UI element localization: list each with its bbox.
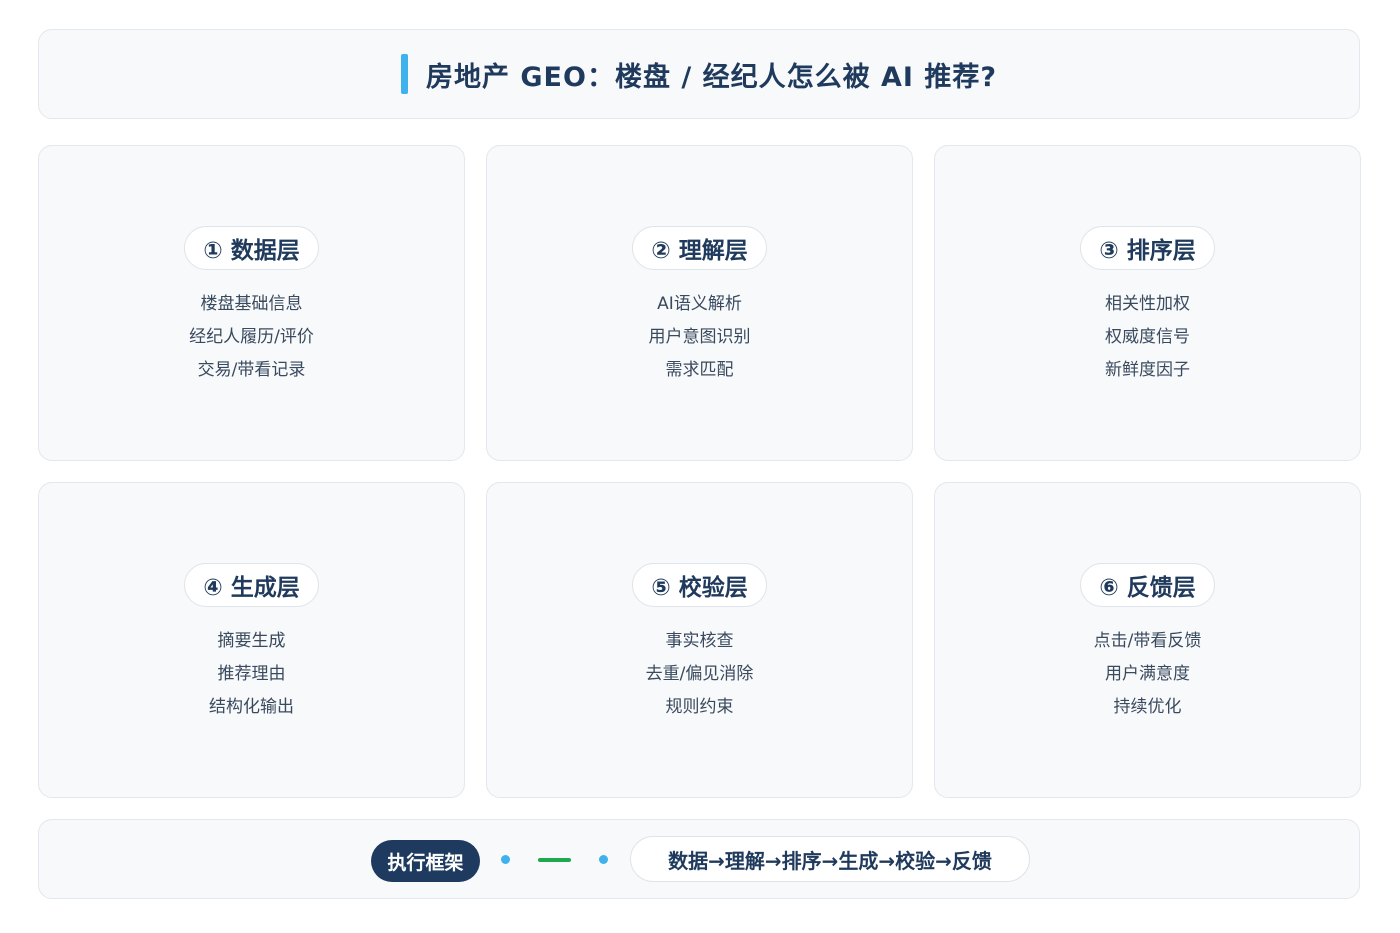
layer-item: 推荐理由 — [217, 664, 286, 684]
layer-item: 去重/偏见消除 — [645, 664, 754, 684]
layer-label: ② 理解层 — [632, 226, 767, 270]
layer-item: 交易/带看记录 — [197, 360, 306, 380]
layer-card-understanding: ② 理解层 AI语义解析 用户意图识别 需求匹配 — [486, 145, 913, 461]
layer-label: ③ 排序层 — [1080, 226, 1215, 270]
layer-item: 点击/带看反馈 — [1093, 631, 1202, 651]
layer-card-data: ① 数据层 楼盘基础信息 经纪人履历/评价 交易/带看记录 — [38, 145, 465, 461]
layer-card-feedback: ⑥ 反馈层 点击/带看反馈 用户满意度 持续优化 — [934, 482, 1361, 798]
layer-item: 权威度信号 — [1105, 327, 1190, 347]
layer-item: 用户意图识别 — [648, 327, 751, 347]
layer-item: 新鲜度因子 — [1105, 360, 1190, 380]
layer-item: 结构化输出 — [209, 697, 294, 717]
layer-label: ④ 生成层 — [184, 563, 319, 607]
layer-label: ① 数据层 — [184, 226, 319, 270]
exec-framework-badge: 执行框架 — [371, 840, 480, 882]
footer-card: 执行框架 数据→理解→排序→生成→校验→反馈 — [38, 819, 1360, 899]
layer-item: 规则约束 — [665, 697, 734, 717]
layer-card-ranking: ③ 排序层 相关性加权 权威度信号 新鲜度因子 — [934, 145, 1361, 461]
layer-item: 持续优化 — [1113, 697, 1182, 717]
flow-sequence: 数据→理解→排序→生成→校验→反馈 — [630, 836, 1030, 882]
layer-card-validation: ⑤ 校验层 事实核查 去重/偏见消除 规则约束 — [486, 482, 913, 798]
layer-card-generation: ④ 生成层 摘要生成 推荐理由 结构化输出 — [38, 482, 465, 798]
layer-item: 摘要生成 — [217, 631, 286, 651]
layer-item: 楼盘基础信息 — [200, 294, 303, 314]
connector-dot-right — [599, 855, 608, 864]
layer-label: ⑤ 校验层 — [632, 563, 767, 607]
title-card: 房地产 GEO：楼盘 / 经纪人怎么被 AI 推荐? — [38, 29, 1360, 119]
layer-item: 事实核查 — [665, 631, 734, 651]
connector-dot-left — [501, 855, 510, 864]
layer-label: ⑥ 反馈层 — [1080, 563, 1215, 607]
layer-item: AI语义解析 — [657, 294, 742, 314]
page-title: 房地产 GEO：楼盘 / 经纪人怎么被 AI 推荐? — [425, 61, 998, 93]
title-accent-bar — [400, 54, 408, 94]
layer-item: 用户满意度 — [1104, 664, 1190, 684]
layer-item: 经纪人履历/评价 — [189, 327, 314, 347]
layer-item: 相关性加权 — [1105, 294, 1190, 314]
layer-item: 需求匹配 — [665, 360, 734, 380]
connector-dash — [538, 858, 571, 862]
